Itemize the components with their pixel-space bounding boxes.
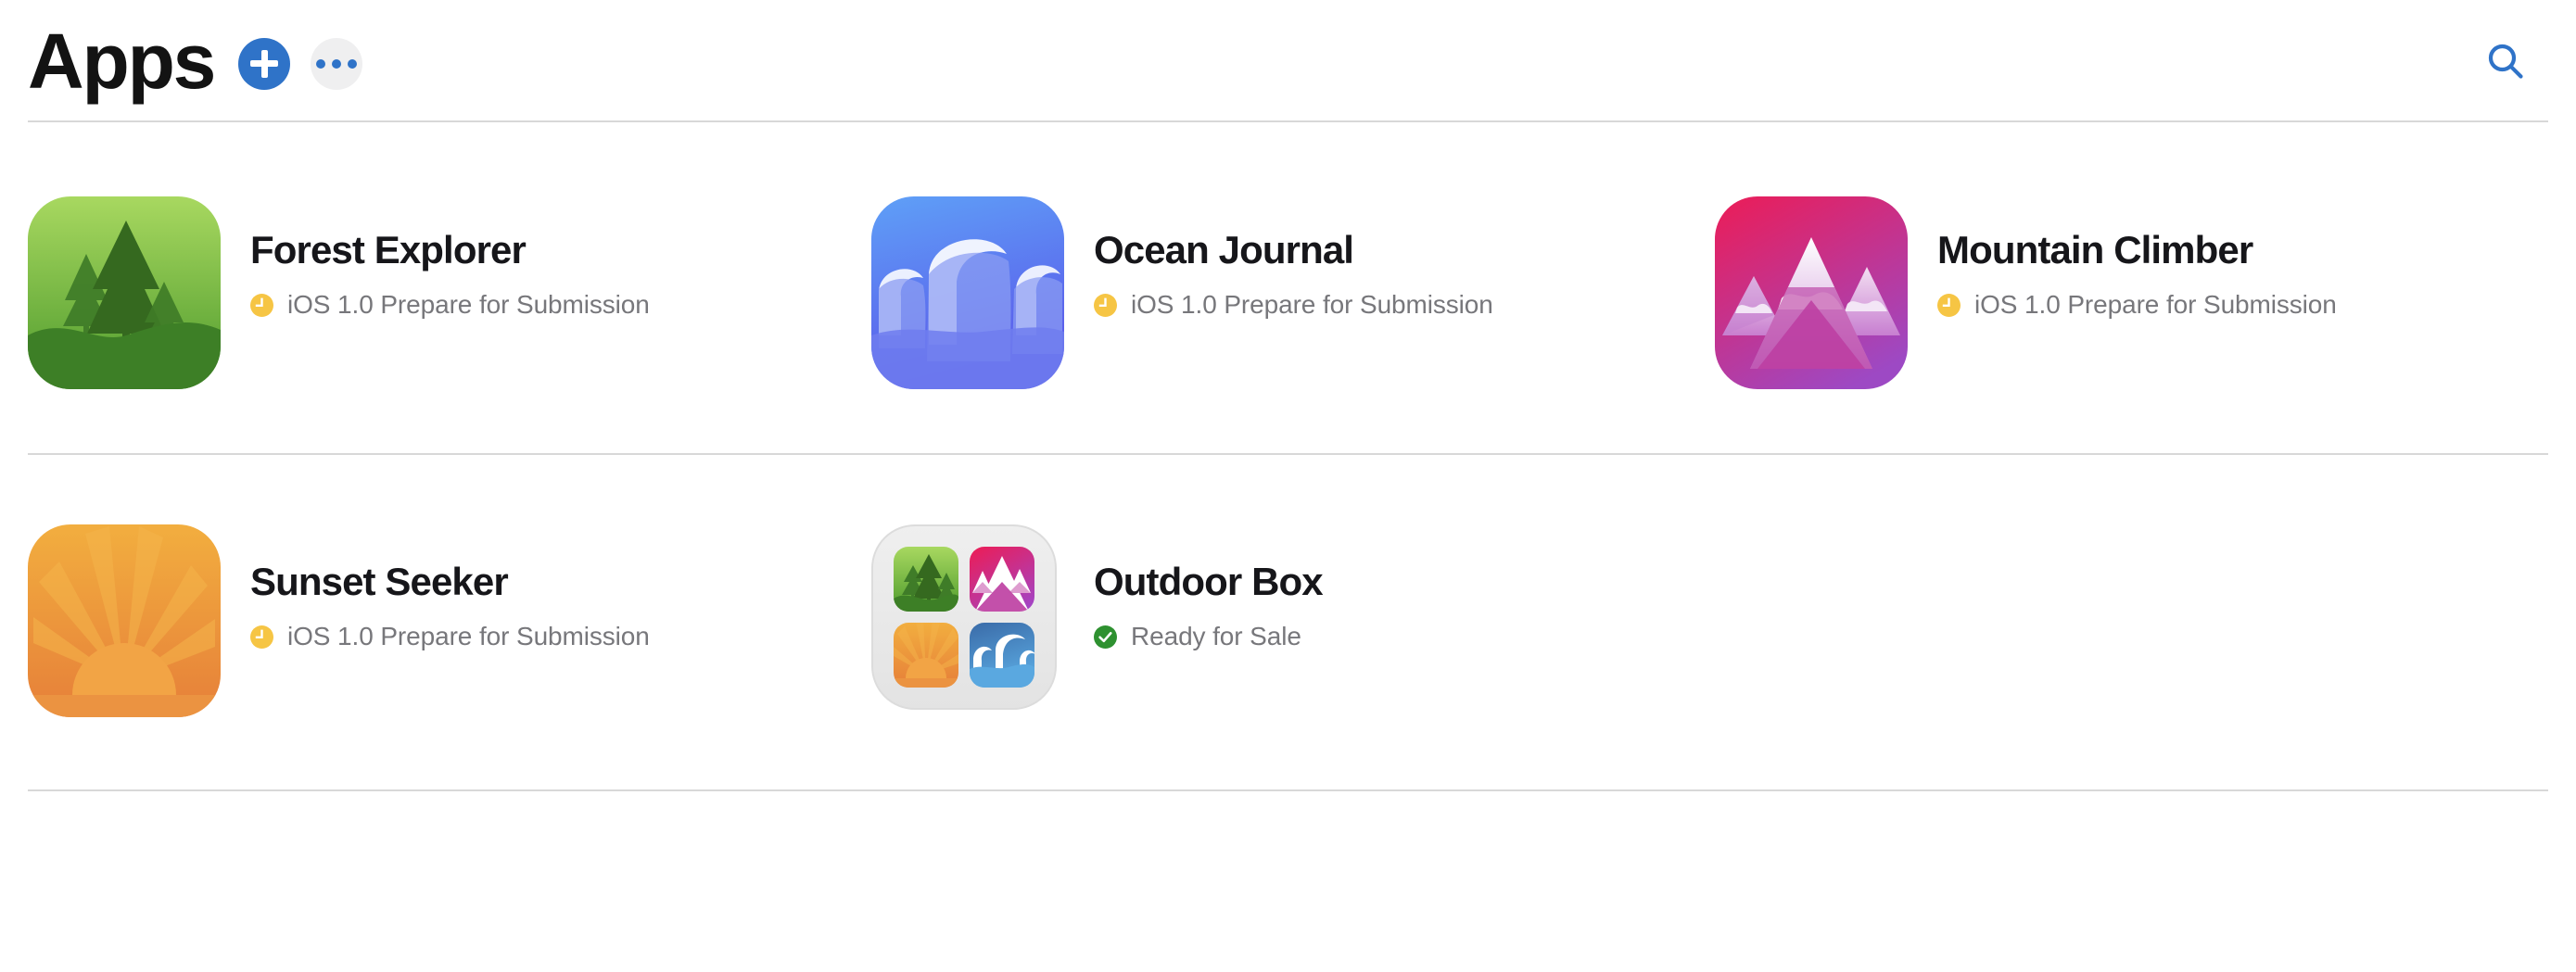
mountain-icon bbox=[1715, 196, 1908, 389]
app-status-text: iOS 1.0 Prepare for Submission bbox=[287, 622, 650, 651]
app-row: Forest Explorer iOS 1.0 Prepare for Subm… bbox=[0, 121, 2576, 454]
clock-icon bbox=[1094, 293, 1117, 317]
app-row: Sunset Seeker iOS 1.0 Prepare for Submis… bbox=[0, 454, 2576, 787]
forest-icon bbox=[28, 196, 221, 389]
search-button[interactable] bbox=[2477, 32, 2534, 90]
app-info: Ocean Journal iOS 1.0 Prepare for Submis… bbox=[1064, 196, 1493, 318]
add-app-button[interactable] bbox=[238, 37, 291, 90]
apps-page: Apps Forest Explorer iOS 1.0 Prepare for… bbox=[0, 0, 2576, 972]
app-status-text: iOS 1.0 Prepare for Submission bbox=[287, 290, 650, 320]
check-circle-icon bbox=[1094, 625, 1117, 649]
app-card-mountain-climber[interactable]: Mountain Climber iOS 1.0 Prepare for Sub… bbox=[1687, 121, 2531, 389]
ellipsis-icon bbox=[316, 58, 326, 69]
app-info: Sunset Seeker iOS 1.0 Prepare for Submis… bbox=[221, 524, 650, 650]
sunset-icon bbox=[28, 524, 221, 717]
plus-icon bbox=[250, 49, 279, 78]
header-actions bbox=[238, 37, 363, 90]
app-grid: Forest Explorer iOS 1.0 Prepare for Subm… bbox=[0, 121, 2576, 787]
more-options-button[interactable] bbox=[311, 37, 363, 90]
app-status-text: Ready for Sale bbox=[1131, 622, 1301, 651]
app-status: Ready for Sale bbox=[1094, 624, 1323, 650]
app-status: iOS 1.0 Prepare for Submission bbox=[1937, 292, 2337, 318]
app-info: Forest Explorer iOS 1.0 Prepare for Subm… bbox=[221, 196, 650, 318]
app-card-outdoor-box[interactable]: Outdoor Box Ready for Sale bbox=[844, 454, 1687, 717]
divider bbox=[28, 789, 2548, 791]
app-info: Mountain Climber iOS 1.0 Prepare for Sub… bbox=[1908, 196, 2337, 318]
app-card-sunset-seeker[interactable]: Sunset Seeker iOS 1.0 Prepare for Submis… bbox=[0, 454, 844, 717]
page-header: Apps bbox=[0, 0, 2576, 121]
app-cell-empty bbox=[1687, 454, 2531, 524]
app-status: iOS 1.0 Prepare for Submission bbox=[250, 624, 650, 650]
clock-icon bbox=[250, 625, 273, 649]
clock-icon bbox=[1937, 293, 1961, 317]
ellipsis-icon bbox=[332, 58, 342, 69]
search-icon bbox=[2488, 44, 2523, 79]
app-name: Sunset Seeker bbox=[250, 560, 509, 603]
app-info: Outdoor Box Ready for Sale bbox=[1064, 524, 1324, 650]
app-name: Ocean Journal bbox=[1094, 228, 1354, 271]
app-status: iOS 1.0 Prepare for Submission bbox=[250, 292, 650, 318]
app-status-text: iOS 1.0 Prepare for Submission bbox=[1131, 290, 1493, 320]
app-card-forest-explorer[interactable]: Forest Explorer iOS 1.0 Prepare for Subm… bbox=[0, 121, 844, 389]
app-bundle-icon bbox=[871, 524, 1064, 717]
app-name: Outdoor Box bbox=[1094, 560, 1324, 603]
app-status-text: iOS 1.0 Prepare for Submission bbox=[1974, 290, 2337, 320]
page-title: Apps bbox=[28, 17, 216, 105]
ellipsis-icon bbox=[348, 58, 358, 69]
app-status: iOS 1.0 Prepare for Submission bbox=[1094, 292, 1493, 318]
app-name: Mountain Climber bbox=[1937, 228, 2253, 271]
app-name: Forest Explorer bbox=[250, 228, 527, 271]
app-card-ocean-journal[interactable]: Ocean Journal iOS 1.0 Prepare for Submis… bbox=[844, 121, 1687, 389]
clock-icon bbox=[250, 293, 273, 317]
ocean-icon bbox=[871, 196, 1064, 389]
